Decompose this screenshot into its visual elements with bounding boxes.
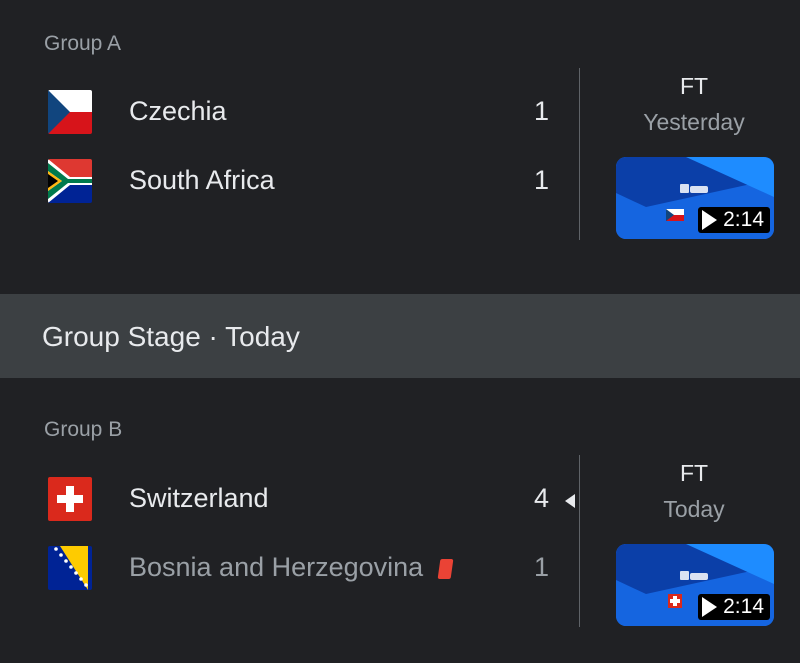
winner-arrow-icon [565,494,575,508]
group-label: Group A [44,32,122,55]
video-duration-badge: 2:14 [698,207,770,233]
stage-title: Group Stage · Today [42,321,300,352]
team-row-away[interactable]: Bosnia and Herzegovina 1 [0,543,580,593]
video-duration-badge: 2:14 [698,594,770,620]
bosnia-flag-icon [48,546,92,590]
team-name-text: Bosnia and Herzegovina [129,552,424,582]
match-status: FT [679,73,709,99]
stage-header: Group Stage · Today [0,294,800,378]
play-icon [702,597,718,617]
highlights-video-thumbnail[interactable]: 2:14 [616,157,774,239]
team-score: 4 [534,483,550,513]
team-score: 1 [534,165,550,195]
team-name: South Africa [129,165,275,195]
switzerland-flag-icon [48,477,92,521]
play-icon [702,210,718,230]
team-row-away[interactable]: South Africa 1 [0,156,580,206]
match-status: FT [679,460,709,486]
red-card-icon [437,559,454,579]
team-score: 1 [534,552,550,582]
highlights-video-thumbnail[interactable]: 2:14 [616,544,774,626]
team-name: Bosnia and Herzegovina [129,552,454,583]
group-label: Group B [44,418,123,441]
video-duration: 2:14 [723,208,764,231]
team-score: 1 [534,96,550,126]
team-row-home[interactable]: Czechia 1 [0,87,580,137]
south-africa-flag-icon [48,159,92,203]
match-date: Yesterday [643,109,745,135]
team-name: Czechia [129,96,227,126]
match-date: Today [663,496,725,522]
team-row-home[interactable]: Switzerland 4 [0,474,580,524]
team-name: Switzerland [129,483,269,513]
video-duration: 2:14 [723,595,764,618]
czechia-flag-icon [48,90,92,134]
